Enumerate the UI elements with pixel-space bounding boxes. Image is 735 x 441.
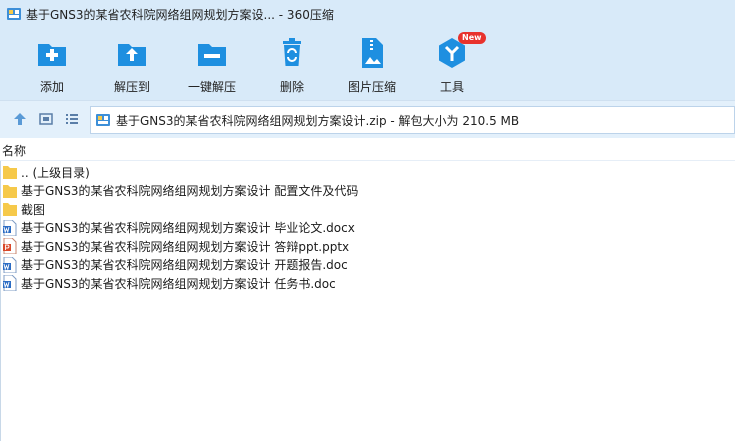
- one-click-extract-label: 一键解压: [187, 80, 236, 94]
- folder-icon: [3, 166, 17, 180]
- word-document-icon: [3, 256, 17, 273]
- extract-to-button[interactable]: 解压到: [96, 36, 168, 96]
- list-item[interactable]: 基于GNS3的某省农科院网络组网规划方案设计 答辩ppt.pptx: [0, 237, 735, 256]
- path-field[interactable]: 基于GNS3的某省农科院网络组网规划方案设计.zip - 解包大小为 210.5…: [90, 106, 735, 134]
- name-column-header[interactable]: 名称: [2, 142, 26, 159]
- file-name: 基于GNS3的某省农科院网络组网规划方案设计 任务书.doc: [21, 276, 336, 291]
- list-item[interactable]: 基于GNS3的某省农科院网络组网规划方案设计 配置文件及代码: [0, 182, 735, 201]
- list-view-icon: [66, 114, 78, 124]
- folder-icon: [3, 184, 17, 198]
- new-badge: New: [458, 32, 486, 44]
- list-view-button[interactable]: [64, 111, 80, 127]
- file-name: 基于GNS3的某省农科院网络组网规划方案设计 毕业论文.docx: [21, 221, 355, 236]
- one-click-extract-icon: [198, 44, 226, 66]
- tools-button[interactable]: New 工具: [416, 32, 488, 96]
- one-click-extract-button[interactable]: 一键解压: [176, 36, 248, 96]
- toolbar: 添加 解压到 一键解压 删除 图片压缩 New 工具: [0, 28, 735, 100]
- list-item[interactable]: 基于GNS3的某省农科院网络组网规划方案设计 开题报告.doc: [0, 256, 735, 275]
- file-list: .. (上级目录) 基于GNS3的某省农科院网络组网规划方案设计 配置文件及代码…: [0, 163, 735, 293]
- delete-icon: [283, 38, 301, 66]
- powerpoint-document-icon: [3, 238, 17, 255]
- window-title: 基于GNS3的某省农科院网络组网规划方案设... - 360压缩: [26, 7, 334, 22]
- file-name: 截图: [21, 202, 46, 217]
- path-text: 基于GNS3的某省农科院网络组网规划方案设计.zip - 解包大小为 210.5…: [116, 113, 520, 128]
- column-header: 名称: [0, 141, 735, 161]
- extract-to-label: 解压到: [113, 80, 150, 94]
- list-item[interactable]: 截图: [0, 200, 735, 219]
- tools-label: 工具: [439, 80, 464, 94]
- add-icon: [38, 44, 66, 66]
- arrow-up-icon: [14, 113, 26, 125]
- word-document-icon: [3, 275, 17, 292]
- delete-button[interactable]: 删除: [256, 36, 328, 96]
- address-bar: 基于GNS3的某省农科院网络组网规划方案设计.zip - 解包大小为 210.5…: [0, 100, 735, 138]
- delete-label: 删除: [279, 80, 304, 94]
- thumbnail-view-icon: [39, 113, 53, 125]
- image-compress-button[interactable]: 图片压缩: [336, 36, 408, 96]
- image-compress-label: 图片压缩: [347, 80, 396, 94]
- list-item-parent-dir[interactable]: .. (上级目录): [0, 163, 735, 182]
- list-item[interactable]: 基于GNS3的某省农科院网络组网规划方案设计 任务书.doc: [0, 274, 735, 293]
- file-name: .. (上级目录): [21, 165, 90, 180]
- image-compress-icon: [362, 38, 383, 68]
- add-label: 添加: [39, 80, 64, 94]
- word-document-icon: [3, 219, 17, 236]
- zip-file-icon: [96, 114, 110, 126]
- archive-app-icon: [7, 8, 21, 20]
- up-button[interactable]: [12, 111, 28, 127]
- title-bar: 基于GNS3的某省农科院网络组网规划方案设... - 360压缩: [0, 0, 735, 28]
- file-name: 基于GNS3的某省农科院网络组网规划方案设计 配置文件及代码: [21, 184, 359, 199]
- thumbnail-view-button[interactable]: [38, 111, 54, 127]
- list-item[interactable]: 基于GNS3的某省农科院网络组网规划方案设计 毕业论文.docx: [0, 219, 735, 238]
- file-name: 基于GNS3的某省农科院网络组网规划方案设计 开题报告.doc: [21, 258, 348, 273]
- folder-icon: [3, 203, 17, 217]
- file-name: 基于GNS3的某省农科院网络组网规划方案设计 答辩ppt.pptx: [21, 239, 350, 254]
- add-button[interactable]: 添加: [16, 36, 88, 96]
- extract-to-icon: [118, 44, 146, 66]
